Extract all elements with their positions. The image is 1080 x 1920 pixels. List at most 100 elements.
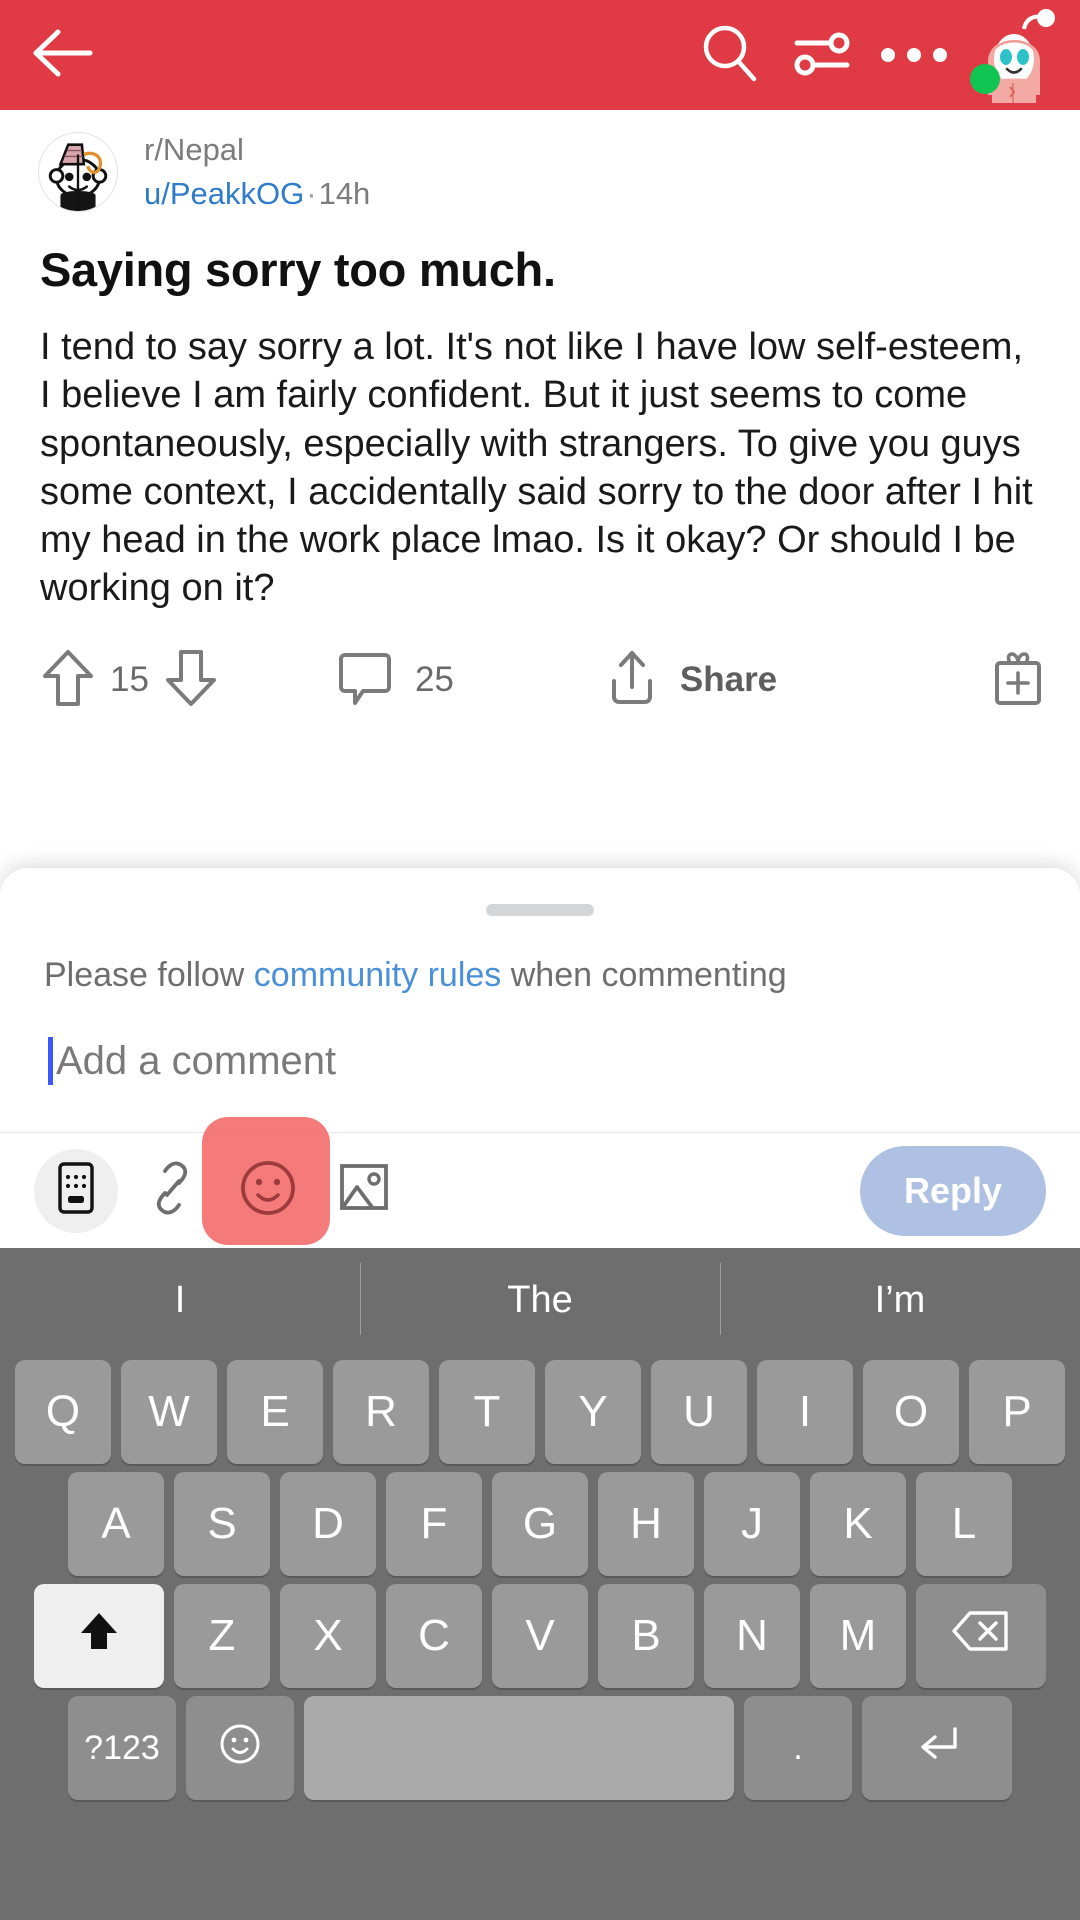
key-v[interactable]: V [492,1584,588,1688]
shift-key[interactable] [34,1584,164,1688]
suggestion-strip: I The I’m [0,1248,1080,1352]
comment-composer-sheet: Please follow community rules when comme… [0,868,1080,1248]
space-key[interactable] [304,1696,734,1800]
more-options-button[interactable] [868,9,960,101]
online-status-badge [970,64,1000,94]
composer-toolbar: Reply [0,1116,1080,1248]
key-l[interactable]: L [916,1472,1012,1576]
keyboard-row-1: Q W E R T Y U I O P [0,1360,1080,1464]
share-label: Share [679,660,778,700]
keyboard-emoji-key[interactable] [186,1696,294,1800]
key-t[interactable]: T [439,1360,535,1464]
sort-button[interactable] [776,9,868,101]
key-h[interactable]: H [598,1472,694,1576]
keyboard-row-4: ?123 . [0,1696,1080,1800]
keyboard-row-2: A S D F G H J K L [0,1472,1080,1576]
key-z[interactable]: Z [174,1584,270,1688]
comment-input-row[interactable]: Add a comment [0,995,1080,1085]
subreddit-name[interactable]: r/Nepal [144,132,370,169]
award-button[interactable] [990,647,1046,714]
keyboard-icon [50,1160,102,1221]
author-name[interactable]: u/PeakkOG [144,176,304,211]
emoji-button[interactable] [202,1116,330,1245]
image-picker-icon [335,1160,393,1221]
post-action-bar: 15 25 Share [0,613,1080,714]
key-c[interactable]: C [386,1584,482,1688]
reply-button[interactable]: Reply [859,1145,1046,1236]
comment-count: 25 [414,660,454,700]
byline-separator: · [306,175,317,211]
rules-prefix: Please follow [44,956,254,994]
key-k[interactable]: K [810,1472,906,1576]
key-g[interactable]: G [492,1472,588,1576]
image-button[interactable] [316,1143,412,1239]
rules-suffix: when commenting [501,956,787,994]
appbar-actions [684,7,1062,103]
top-app-bar [0,0,1080,110]
comment-input-placeholder: Add a comment [56,1038,337,1083]
key-s[interactable]: S [174,1472,270,1576]
upvote-button[interactable] [40,647,96,714]
key-d[interactable]: D [280,1472,376,1576]
drag-handle[interactable] [486,904,594,916]
key-e[interactable]: E [227,1360,323,1464]
suggestion-item[interactable]: The [360,1262,720,1335]
key-a[interactable]: A [68,1472,164,1576]
key-u[interactable]: U [651,1360,747,1464]
key-w[interactable]: W [121,1360,217,1464]
downvote-arrow-icon [163,649,219,713]
community-rules-notice: Please follow community rules when comme… [0,916,1080,995]
key-f[interactable]: F [386,1472,482,1576]
award-gift-icon [990,647,1046,714]
post-container: r/Nepal u/PeakkOG·14h Saying sorry too m… [0,110,1080,714]
key-b[interactable]: B [598,1584,694,1688]
share-icon [604,647,660,714]
post-body-text: I tend to say sorry a lot. It's not like… [40,326,1033,610]
suggestion-item[interactable]: I’m [720,1262,1080,1335]
back-button[interactable] [22,15,102,95]
text-cursor [48,1037,53,1085]
key-q[interactable]: Q [15,1360,111,1464]
upvote-arrow-icon [40,649,96,713]
symbols-key[interactable]: ?123 [68,1696,176,1800]
period-key[interactable]: . [744,1696,852,1800]
comment-bubble-icon [337,649,393,712]
emoji-smiley-icon [237,1157,299,1224]
more-options-icon [881,48,947,62]
search-icon [699,22,761,89]
key-n[interactable]: N [704,1584,800,1688]
subreddit-avatar[interactable] [38,132,118,213]
keyboard-toggle-button[interactable] [28,1143,124,1239]
downvote-button[interactable] [163,647,219,714]
post-meta: r/Nepal u/PeakkOG·14h [144,132,370,212]
key-p[interactable]: P [969,1360,1065,1464]
vote-group: 15 [40,647,219,714]
arrow-left-icon [30,28,94,83]
key-x[interactable]: X [280,1584,376,1688]
key-r[interactable]: R [333,1360,429,1464]
backspace-delete-icon [952,1609,1010,1664]
keyboard-row-3: Z X C V B N M [0,1584,1080,1688]
key-j[interactable]: J [704,1472,800,1576]
enter-key[interactable] [862,1696,1012,1800]
key-y[interactable]: Y [545,1360,641,1464]
share-button[interactable]: Share [604,647,777,714]
post-title: Saying sorry too much. [40,243,556,297]
key-i[interactable]: I [757,1360,853,1464]
sort-filter-icon [791,22,853,89]
post-age: 14h [318,175,371,211]
vote-score: 15 [110,660,149,700]
search-button[interactable] [684,9,776,101]
post-byline: u/PeakkOG·14h [144,176,370,213]
key-o[interactable]: O [863,1360,959,1464]
key-m[interactable]: M [810,1584,906,1688]
post-header: r/Nepal u/PeakkOG·14h [0,110,1080,213]
link-icon [143,1159,201,1222]
backspace-key[interactable] [916,1584,1046,1688]
user-avatar-button[interactable] [966,7,1062,103]
community-rules-link[interactable]: community rules [254,956,502,994]
suggestion-item[interactable]: I [0,1279,360,1322]
keyboard-emoji-icon [217,1721,263,1776]
comments-button[interactable]: 25 [337,649,454,712]
virtual-keyboard: I The I’m Q W E R T Y U I O P A S D F G … [0,1248,1080,1920]
